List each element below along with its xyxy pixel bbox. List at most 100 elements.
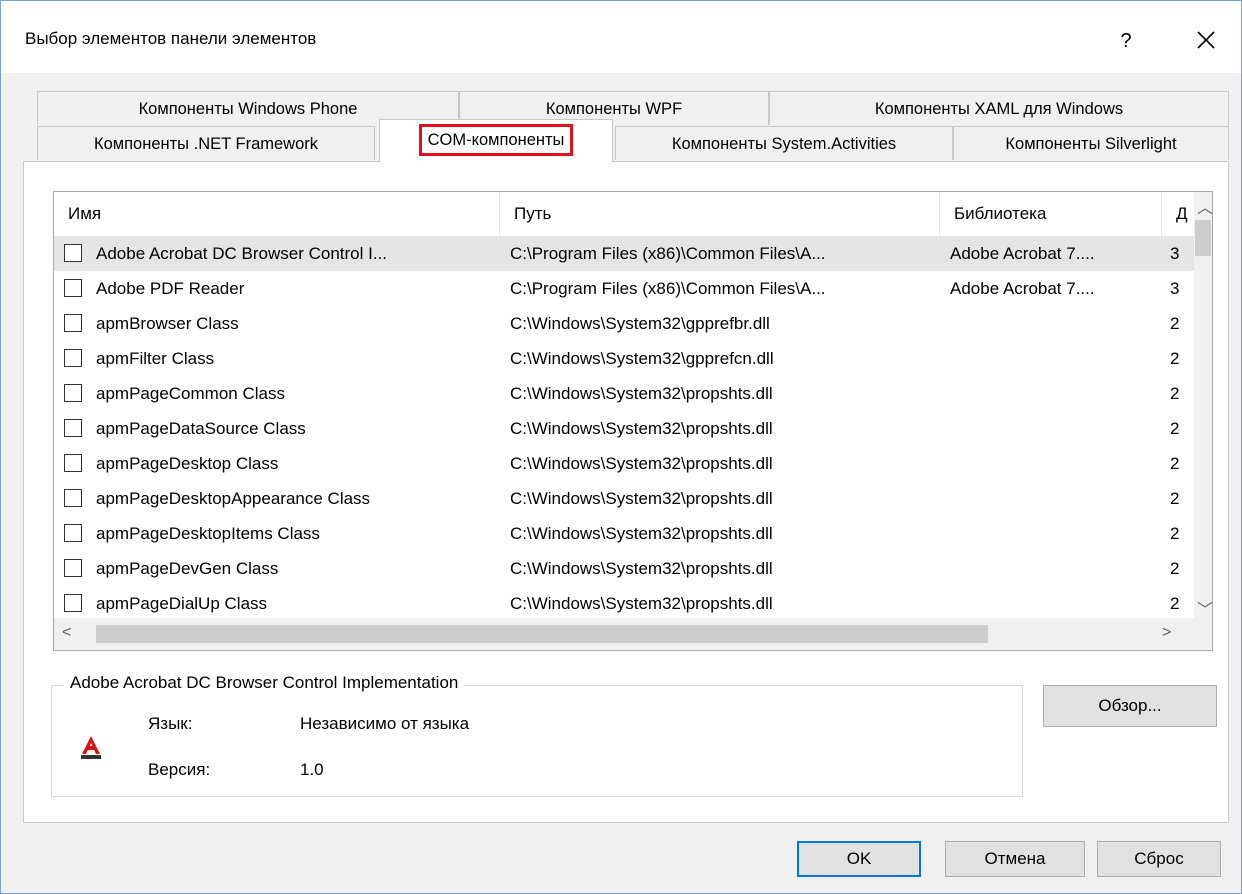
row-name: apmPageDataSource Class — [96, 419, 306, 438]
row-library — [950, 376, 1156, 411]
row-checkbox[interactable] — [64, 314, 82, 332]
column-header-library[interactable]: Библиотека — [940, 192, 1162, 236]
list-row[interactable]: Adobe PDF Reader C:\Program Files (x86)\C… — [54, 271, 1194, 306]
row-name: apmPageDesktop Class — [96, 454, 279, 473]
list-row[interactable]: apmPageDataSource Class C:\Windows\System… — [54, 411, 1194, 446]
window-title: Выбор элементов панели элементов — [25, 29, 317, 48]
column-header-extra[interactable]: Д — [1162, 192, 1194, 236]
row-name: Adobe PDF Reader — [96, 279, 245, 298]
scroll-right-icon[interactable]: > — [1162, 624, 1171, 642]
row-extra: 2 — [1170, 489, 1180, 508]
row-checkbox[interactable] — [64, 454, 82, 472]
component-list[interactable]: Имя Путь Библиотека Д Adobe Acrobat DC B… — [53, 191, 1213, 651]
dialog-window: Выбор элементов панели элементов ? Компо… — [0, 0, 1242, 894]
tab-xaml-windows[interactable]: Компоненты XAML для Windows — [769, 91, 1229, 125]
row-name: apmPageDesktopItems Class — [96, 524, 320, 543]
scroll-up-icon[interactable]: ︿ — [1197, 194, 1212, 218]
row-library — [950, 481, 1156, 516]
row-checkbox[interactable] — [64, 279, 82, 297]
details-groupbox: Adobe Acrobat DC Browser Control Impleme… — [51, 673, 1023, 797]
column-header-path[interactable]: Путь — [500, 192, 940, 236]
column-header-name[interactable]: Имя — [54, 192, 500, 236]
tab-com-components[interactable]: COM-компоненты — [379, 119, 613, 162]
row-path: C:\Program Files (x86)\Common Files\A... — [510, 244, 826, 263]
list-row[interactable]: apmPageDesktopAppearance Class C:\Windows… — [54, 481, 1194, 516]
row-library: Adobe Acrobat 7.... — [950, 279, 1095, 298]
row-checkbox[interactable] — [64, 349, 82, 367]
list-row[interactable]: apmBrowser Class C:\Windows\System32\gppr… — [54, 306, 1194, 341]
row-path: C:\Windows\System32\propshts.dll — [510, 559, 773, 578]
row-extra: 3 — [1170, 244, 1180, 263]
close-icon — [1197, 31, 1215, 49]
row-path: C:\Windows\System32\propshts.dll — [510, 524, 773, 543]
tab-system-activities[interactable]: Компоненты System.Activities — [615, 126, 953, 160]
row-library — [950, 586, 1156, 621]
row-name: apmFilter Class — [96, 349, 215, 368]
version-value: 1.0 — [300, 760, 324, 779]
list-row[interactable]: apmPageDesktopItems Class C:\Windows\Syst… — [54, 516, 1194, 551]
adobe-acrobat-icon — [80, 734, 102, 765]
list-row[interactable]: Adobe Acrobat DC Browser Control I... C:\… — [54, 236, 1194, 271]
row-path: C:\Windows\System32\propshts.dll — [510, 594, 773, 613]
row-extra: 2 — [1170, 419, 1180, 438]
list-row[interactable]: apmFilter Class C:\Windows\System32\gppre… — [54, 341, 1194, 376]
row-checkbox[interactable] — [64, 594, 82, 612]
row-path: C:\Windows\System32\propshts.dll — [510, 489, 773, 508]
row-path: C:\Windows\System32\gpprefbr.dll — [510, 314, 770, 333]
list-row[interactable]: apmPageDialUp Class C:\Windows\System32\p… — [54, 586, 1194, 621]
row-checkbox[interactable] — [64, 524, 82, 542]
row-library — [950, 306, 1156, 341]
row-extra: 3 — [1170, 279, 1180, 298]
vertical-scrollbar[interactable]: ︿ ﹀ — [1194, 192, 1212, 620]
row-path: C:\Windows\System32\gpprefcn.dll — [510, 349, 774, 368]
scroll-down-icon[interactable]: ﹀ — [1197, 596, 1212, 620]
row-path: C:\Windows\System32\propshts.dll — [510, 384, 773, 403]
row-checkbox[interactable] — [64, 384, 82, 402]
row-library — [950, 446, 1156, 481]
scroll-left-icon[interactable]: < — [62, 624, 71, 642]
row-checkbox[interactable] — [64, 559, 82, 577]
list-row[interactable]: apmPageDesktop Class C:\Windows\System32\… — [54, 446, 1194, 481]
row-name: apmPageDesktopAppearance Class — [96, 489, 371, 508]
cancel-button[interactable]: Отмена — [945, 841, 1085, 877]
row-extra: 2 — [1170, 384, 1180, 403]
row-name: Adobe Acrobat DC Browser Control I... — [96, 244, 388, 263]
horizontal-scroll-thumb[interactable] — [96, 625, 988, 643]
horizontal-scrollbar[interactable]: < > — [54, 618, 1212, 650]
row-name: apmPageDialUp Class — [96, 594, 268, 613]
list-header: Имя Путь Библиотека Д — [54, 192, 1194, 236]
row-path: C:\Windows\System32\propshts.dll — [510, 419, 773, 438]
details-title: Adobe Acrobat DC Browser Control Impleme… — [64, 673, 465, 693]
row-library: Adobe Acrobat 7.... — [950, 244, 1095, 263]
tab-net-framework[interactable]: Компоненты .NET Framework — [37, 126, 375, 160]
help-button[interactable]: ? — [1101, 23, 1151, 59]
title-bar: Выбор элементов панели элементов ? — [1, 1, 1241, 73]
row-extra: 2 — [1170, 559, 1180, 578]
close-button[interactable] — [1181, 23, 1231, 59]
row-name: apmPageCommon Class — [96, 384, 285, 403]
list-row[interactable]: apmPageCommon Class C:\Windows\System32\p… — [54, 376, 1194, 411]
tab-com-components-label: COM-компоненты — [418, 124, 574, 156]
row-path: C:\Windows\System32\propshts.dll — [510, 454, 773, 473]
row-path: C:\Program Files (x86)\Common Files\A... — [510, 279, 826, 298]
version-label: Версия: — [148, 760, 211, 779]
reset-button[interactable]: Сброс — [1097, 841, 1221, 877]
language-value: Независимо от языка — [300, 714, 470, 733]
row-name: apmPageDevGen Class — [96, 559, 279, 578]
row-extra: 2 — [1170, 349, 1180, 368]
row-library — [950, 516, 1156, 551]
row-name: apmBrowser Class — [96, 314, 239, 333]
row-checkbox[interactable] — [64, 489, 82, 507]
row-extra: 2 — [1170, 454, 1180, 473]
language-label: Язык: — [148, 714, 193, 733]
ok-button[interactable]: OK — [797, 841, 921, 877]
browse-button[interactable]: Обзор... — [1043, 685, 1217, 727]
row-checkbox[interactable] — [64, 244, 82, 262]
row-extra: 2 — [1170, 524, 1180, 543]
row-checkbox[interactable] — [64, 419, 82, 437]
row-library — [950, 551, 1156, 586]
tab-silverlight[interactable]: Компоненты Silverlight — [953, 126, 1229, 160]
vertical-scroll-thumb[interactable] — [1195, 220, 1211, 256]
list-row[interactable]: apmPageDevGen Class C:\Windows\System32\p… — [54, 551, 1194, 586]
row-extra: 2 — [1170, 594, 1180, 613]
